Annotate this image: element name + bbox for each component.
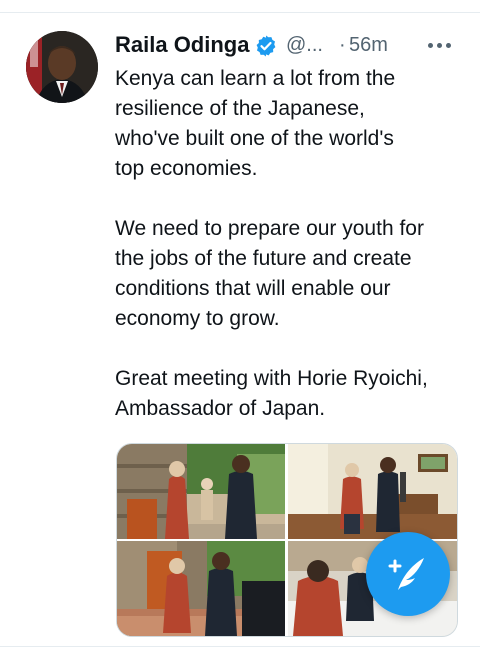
tweet-line: conditions that will enable our <box>115 277 391 300</box>
tweet-timestamp[interactable]: 56m <box>349 34 388 57</box>
media-photo-2[interactable] <box>288 444 457 539</box>
top-divider <box>0 12 480 13</box>
compose-tweet-button[interactable] <box>366 532 450 616</box>
tweet-header: Raila Odinga @... · 56m <box>115 30 465 62</box>
tweet-line: the jobs of the future and create <box>115 247 412 270</box>
verified-badge-icon <box>256 35 276 57</box>
tweet-line: Great meeting with Horie Ryoichi, <box>115 367 428 390</box>
media-photo-3[interactable] <box>117 541 285 636</box>
author-name[interactable]: Raila Odinga <box>115 32 249 58</box>
tweet-line: resilience of the Japanese, <box>115 97 365 120</box>
tweet-line: We need to prepare our youth for <box>115 217 424 240</box>
tweet-text: Kenya can learn a lot from the resilienc… <box>115 64 465 424</box>
tweet-line: economy to grow. <box>115 307 280 330</box>
compose-tweet-icon <box>388 558 424 590</box>
more-options-icon[interactable] <box>428 42 452 50</box>
media-photo-1[interactable] <box>117 444 285 539</box>
tweet-line: who've built one of the world's <box>115 127 394 150</box>
author-handle[interactable]: @... <box>286 34 323 57</box>
tweet-line: top economies. <box>115 157 258 180</box>
tweet-line: Ambassador of Japan. <box>115 397 326 420</box>
meta-separator: · <box>339 34 346 56</box>
bottom-divider <box>0 646 480 647</box>
avatar-image <box>26 31 98 103</box>
author-avatar[interactable] <box>26 31 98 103</box>
tweet-line: Kenya can learn a lot from the <box>115 67 396 90</box>
